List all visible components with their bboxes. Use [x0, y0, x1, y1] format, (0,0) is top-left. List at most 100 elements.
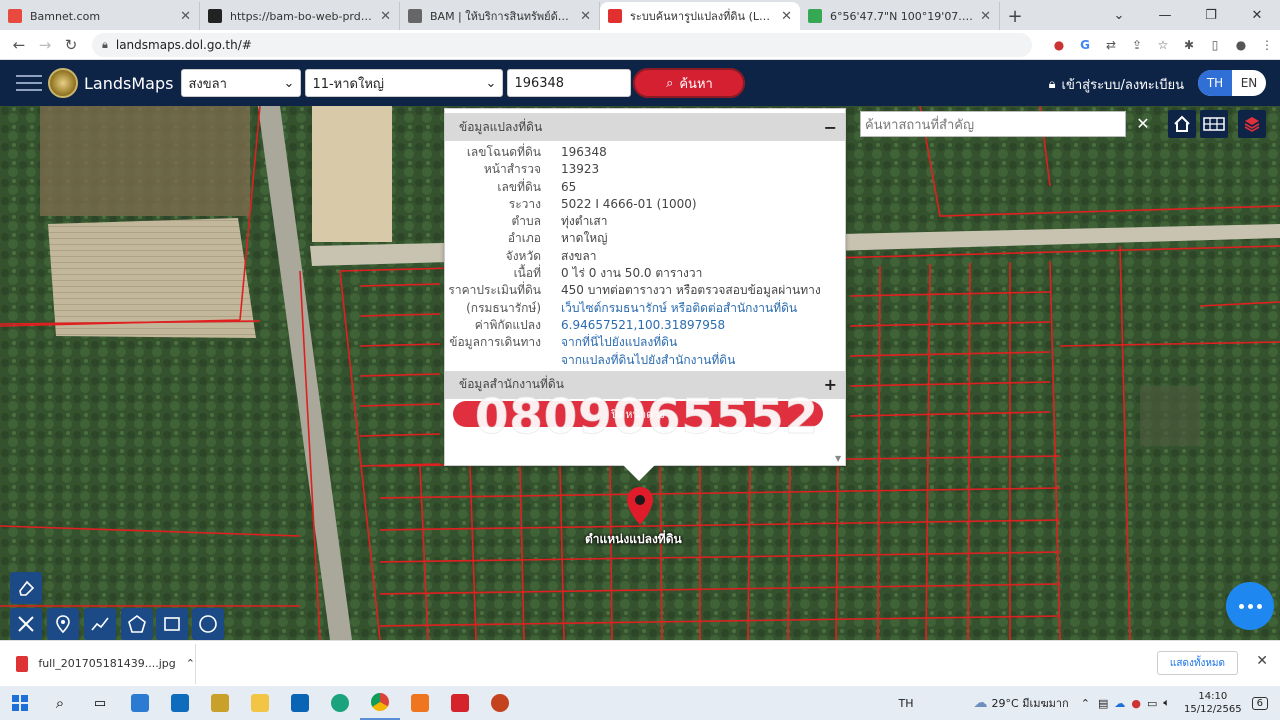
bookmark-star-icon[interactable]: ☆ — [1150, 33, 1176, 57]
parcel-info-popup: ข้อมูลแปลงที่ดิน − เลขโฉนดที่ดิน 196348 หน… — [444, 108, 846, 481]
layers-icon[interactable] — [1238, 110, 1266, 138]
map-canvas[interactable]: ค้นหาสถานที่สำคัญ ✕ ข้อมูลแปลงที่ดิน − เ… — [0, 106, 1280, 640]
browser-tab[interactable]: 6°56'47.7"N 100°19'07.7"E - Google Maps ✕ — [800, 2, 1000, 30]
back-icon[interactable]: ← — [6, 32, 32, 58]
search-button[interactable]: ⌕ ค้นหา — [633, 68, 746, 98]
tab-close-icon[interactable]: ✕ — [380, 9, 391, 24]
tab-title: ระบบค้นหารูปแปลงที่ดิน (LandsMaps) — [630, 10, 775, 23]
mail-icon[interactable] — [160, 686, 200, 720]
parcel-info-row: เลขที่ดิน 65 — [445, 179, 845, 196]
tab-close-icon[interactable]: ✕ — [180, 9, 191, 24]
tab-search-icon[interactable]: ⌄ — [1096, 0, 1142, 30]
notification-badge[interactable]: 6 — [1251, 696, 1268, 710]
home-app-icon[interactable] — [400, 686, 440, 720]
weather-text[interactable]: 29°C มีเมฆมาก — [992, 694, 1069, 712]
chevron-up-icon[interactable]: ⌃ — [186, 657, 195, 670]
printer-icon[interactable]: ▤ — [1098, 697, 1108, 710]
outlook-icon[interactable] — [280, 686, 320, 720]
province-select[interactable]: สงขลา ⌄ — [181, 69, 302, 97]
login-link[interactable]: 🔒︎ เข้าสู่ระบบ/ลงทะเบียน — [1049, 74, 1184, 95]
row-value[interactable]: เว็บไซต์กรมธนารักษ์ หรือติดต่อสำนักงานที… — [561, 300, 845, 317]
eraser-tool-icon[interactable] — [10, 572, 42, 604]
scroll-down-icon[interactable]: ▼ — [835, 454, 841, 463]
tab-close-icon[interactable]: ✕ — [980, 9, 991, 24]
hamburger-menu-icon[interactable] — [16, 75, 42, 91]
menu-dots-icon[interactable]: ⋮ — [1254, 33, 1280, 57]
home-icon[interactable] — [1168, 110, 1196, 138]
file-explorer-icon[interactable] — [240, 686, 280, 720]
polygon-tool-icon[interactable] — [121, 608, 153, 640]
adblock-icon[interactable]: ● — [1046, 33, 1072, 57]
rectangle-tool-icon[interactable] — [156, 608, 188, 640]
extensions-puzzle-icon[interactable]: ✱ — [1176, 33, 1202, 57]
place-search-input[interactable]: ค้นหาสถานที่สำคัญ — [860, 111, 1126, 137]
bbs-app-icon[interactable] — [200, 686, 240, 720]
deed-number-input[interactable]: 196348 — [507, 69, 632, 97]
browser-tab-strip: Bamnet.com✕https://bam-bo-web-prd.bam.co… — [0, 0, 1280, 30]
grid-icon[interactable] — [1200, 110, 1228, 138]
close-download-bar-icon[interactable]: ✕ — [1256, 653, 1268, 669]
marker-tool-icon[interactable] — [47, 608, 79, 640]
maximize-button[interactable]: ❐ — [1188, 0, 1234, 30]
row-value[interactable]: จากแปลงที่ดินไปยังสำนักงานที่ดิน — [561, 352, 845, 369]
search-icon[interactable]: ⌕ — [40, 686, 80, 720]
minimize-button[interactable]: — — [1142, 0, 1188, 30]
acrobat-icon[interactable] — [440, 686, 480, 720]
row-label: ราคาประเมินที่ดิน — [448, 283, 541, 298]
reload-icon[interactable]: ↻ — [58, 32, 84, 58]
tab-close-icon[interactable]: ✕ — [781, 9, 792, 24]
share-icon[interactable]: ⇪ — [1124, 33, 1150, 57]
side-panel-icon[interactable]: ▯ — [1202, 33, 1228, 57]
app-header: LandsMaps สงขลา ⌄ 11-หาดใหญ่ ⌄ 196348 ⌕ … — [0, 60, 1280, 106]
download-item[interactable]: full_201705181439....jpg ⌃ — [0, 643, 196, 684]
land-office-header[interactable]: ข้อมูลสำนักงานที่ดิน + — [445, 370, 845, 399]
store-icon[interactable] — [120, 686, 160, 720]
show-all-downloads-button[interactable]: แสดงทั้งหมด — [1156, 651, 1238, 675]
clock[interactable]: 14:10 15/12/2565 — [1184, 690, 1242, 716]
extension-toolbar: ● G ⇄ ⇪ ☆ ✱ ▯ ● ⋮ — [1046, 33, 1280, 57]
browser-tab[interactable]: Bamnet.com ✕ — [0, 2, 200, 30]
row-value[interactable]: จากที่นี่ไปยังแปลงที่ดิน — [561, 334, 845, 351]
close-window-button[interactable]: ✕ — [1234, 0, 1280, 30]
browser-tab[interactable]: ระบบค้นหารูปแปลงที่ดิน (LandsMaps) ✕ — [600, 2, 800, 30]
clear-search-icon[interactable]: ✕ — [1132, 112, 1154, 134]
url-field[interactable]: 🔒︎ landsmaps.dol.go.th/# — [92, 33, 1032, 57]
location-pin-icon[interactable] — [626, 486, 654, 526]
browser-tab[interactable]: https://bam-bo-web-prd.bam.co.th ✕ — [200, 2, 400, 30]
security-icon[interactable]: ● — [1131, 697, 1141, 710]
powerpoint-icon[interactable] — [480, 686, 520, 720]
volume-icon[interactable]: 🔈︎ — [1163, 696, 1170, 710]
parcel-info-rows: เลขโฉนดที่ดิน 196348 หน้าสำรวจ 13923 เลขที่ด… — [445, 141, 845, 371]
district-select[interactable]: 11-หาดใหญ่ ⌄ — [305, 69, 504, 97]
lang-en-button[interactable]: EN — [1232, 70, 1266, 96]
forward-icon[interactable]: → — [32, 32, 58, 58]
measure-tool-icon[interactable] — [10, 608, 42, 640]
edge-icon[interactable] — [320, 686, 360, 720]
parcel-info-row: เลขโฉนดที่ดิน 196348 — [445, 144, 845, 161]
polyline-tool-icon[interactable] — [84, 608, 116, 640]
parcel-info-header[interactable]: ข้อมูลแปลงที่ดิน − — [445, 113, 845, 141]
windows-start-icon[interactable] — [0, 686, 40, 720]
close-window-red-button[interactable]: ปิดหน้าต่าง — [453, 401, 823, 427]
tab-title: https://bam-bo-web-prd.bam.co.th — [230, 9, 374, 23]
download-filename: full_201705181439....jpg — [38, 657, 176, 670]
circle-tool-icon[interactable] — [192, 608, 224, 640]
row-value: สงขลา — [561, 248, 597, 263]
cloud-icon[interactable]: ☁ — [1114, 697, 1125, 710]
row-value[interactable]: 6.94657521,100.31897958 — [561, 317, 845, 334]
province-value: สงขลา — [188, 76, 227, 92]
network-icon[interactable]: ▭ — [1147, 697, 1157, 710]
popup-scrollbar[interactable]: ▼ — [833, 109, 845, 465]
input-language[interactable]: TH — [899, 697, 914, 710]
profile-avatar-icon[interactable]: ● — [1228, 33, 1254, 57]
translate-icon[interactable]: ⇄ — [1098, 33, 1124, 57]
task-view-icon[interactable]: ▭ — [80, 686, 120, 720]
more-options-fab[interactable] — [1226, 582, 1274, 630]
tab-close-icon[interactable]: ✕ — [580, 9, 591, 24]
browser-tab[interactable]: BAM | ให้บริการสินทรัพย์ด้านอสังหาริมทรั… — [400, 2, 600, 30]
lang-th-button[interactable]: TH — [1198, 70, 1232, 96]
tray-overflow-icon[interactable]: ⌃ — [1081, 697, 1090, 710]
chrome-icon[interactable] — [360, 686, 400, 720]
new-tab-button[interactable]: + — [1000, 2, 1030, 30]
google-icon[interactable]: G — [1072, 33, 1098, 57]
